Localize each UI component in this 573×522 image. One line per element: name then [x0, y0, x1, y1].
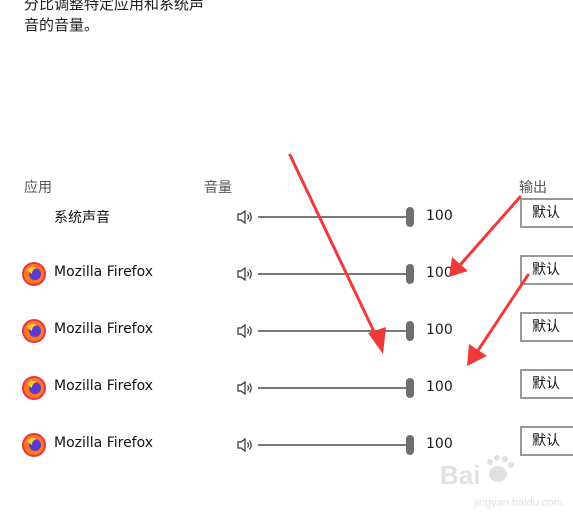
app-name: Mozilla Firefox [54, 378, 154, 394]
volume-slider-track[interactable] [258, 273, 410, 275]
watermark-brand: Bai [440, 460, 480, 490]
firefox-icon [22, 319, 46, 343]
volume-value: 100 [426, 265, 453, 281]
app-name: Mozilla Firefox [54, 435, 154, 451]
app-name: Mozilla Firefox [54, 321, 154, 337]
speaker-icon[interactable] [237, 437, 255, 453]
volume-slider-thumb[interactable] [406, 378, 414, 398]
speaker-icon[interactable] [237, 323, 255, 339]
speaker-icon[interactable] [237, 209, 255, 225]
app-name: 系统声音 [54, 210, 110, 226]
output-device-dropdown[interactable]: 默认 [520, 312, 573, 342]
volume-value: 100 [426, 379, 453, 395]
output-device-dropdown[interactable]: 默认 [520, 198, 573, 228]
header-output: 输出 [519, 180, 547, 196]
app-row-firefox: Mozilla Firefox 100 默认 [0, 311, 573, 351]
volume-value: 100 [426, 322, 453, 338]
speaker-icon[interactable] [237, 266, 255, 282]
speaker-icon[interactable] [237, 380, 255, 396]
volume-slider-track[interactable] [258, 387, 410, 389]
app-row-system-sounds: 系统声音 100 默认 [0, 197, 573, 237]
header-app: 应用 [24, 180, 52, 196]
watermark-url: jingyan.baidu.com [473, 497, 562, 509]
volume-slider-thumb[interactable] [406, 207, 414, 227]
app-name: Mozilla Firefox [54, 264, 154, 280]
firefox-icon [22, 262, 46, 286]
firefox-icon [22, 376, 46, 400]
intro-text: 分比调整特定应用和系统声 音的音量。 [24, 0, 204, 36]
volume-slider-track[interactable] [258, 330, 410, 332]
volume-value: 100 [426, 436, 453, 452]
app-row-firefox: Mozilla Firefox 100 默认 [0, 254, 573, 294]
volume-slider-track[interactable] [258, 444, 410, 446]
app-row-firefox: Mozilla Firefox 100 默认 [0, 368, 573, 408]
volume-slider-thumb[interactable] [406, 321, 414, 341]
baidu-watermark: Bai jingyan.baidu.com [440, 455, 562, 509]
firefox-icon [22, 433, 46, 457]
volume-value: 100 [426, 208, 453, 224]
intro-line-1: 分比调整特定应用和系统声 [24, 0, 205, 13]
volume-slider-thumb[interactable] [406, 264, 414, 284]
output-device-dropdown[interactable]: 默认 [520, 255, 573, 285]
output-device-dropdown[interactable]: 默认 [520, 369, 573, 399]
header-volume: 音量 [204, 180, 232, 196]
paw-icon [487, 455, 514, 482]
volume-slider-track[interactable] [258, 216, 410, 218]
intro-line-2: 音的音量。 [24, 16, 100, 34]
